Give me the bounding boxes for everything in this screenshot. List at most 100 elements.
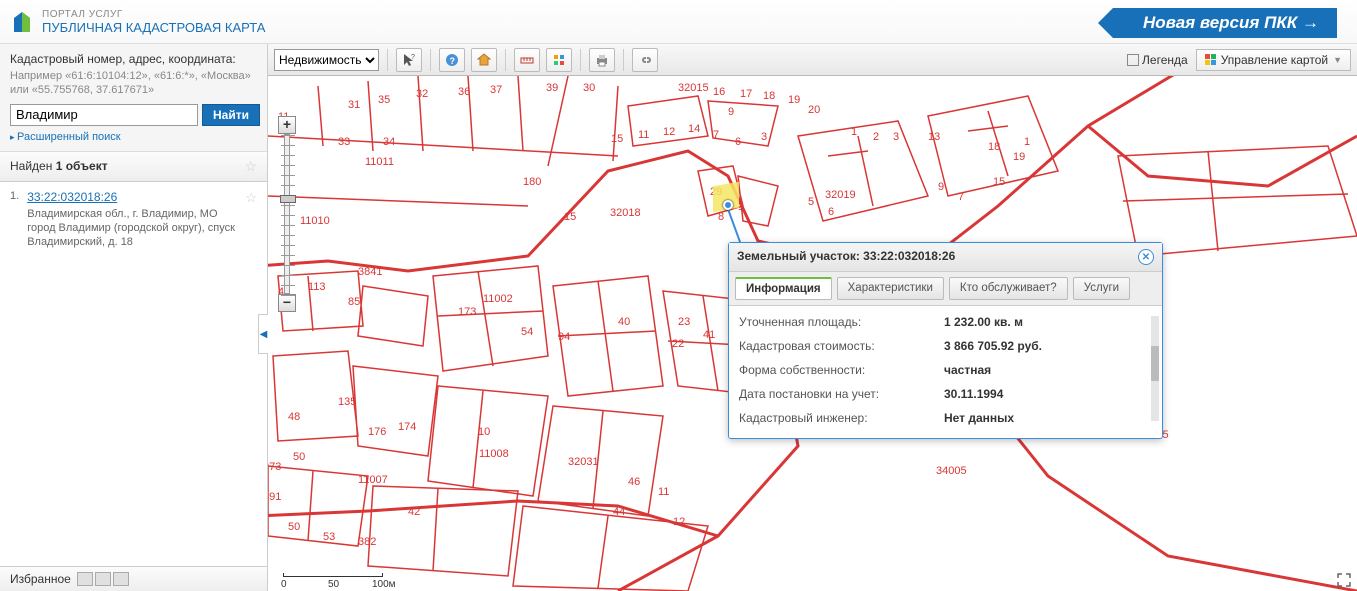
- star-icon[interactable]: ☆: [244, 158, 257, 175]
- info-popup: Земельный участок: 33:22:032018:26 ✕ Инф…: [728, 242, 1163, 439]
- logo: [10, 10, 34, 34]
- info-row: Кадастровая стоимость:3 866 705.92 руб.: [739, 334, 1152, 358]
- parcel-label: 33: [338, 136, 350, 148]
- info-row: Форма собственности:частная: [739, 358, 1152, 382]
- new-version-button[interactable]: Новая версия ПКК →: [1113, 8, 1337, 38]
- link-icon[interactable]: [632, 48, 658, 72]
- parcel-label: 291: [268, 491, 281, 503]
- result-id-link[interactable]: 33:22:032018:26: [27, 190, 237, 204]
- info-value: 30.11.1994: [944, 387, 1003, 401]
- parcel-label: 94: [558, 331, 570, 343]
- parcel-label: 2: [873, 131, 879, 143]
- parcel-label: 9: [728, 106, 734, 118]
- parcel-label: 18: [763, 90, 775, 102]
- parcel-label: 173: [458, 306, 476, 318]
- parcel-label: 36: [458, 86, 470, 98]
- parcel-label: 22: [672, 338, 684, 350]
- ruler-icon[interactable]: [514, 48, 540, 72]
- legend-toggle[interactable]: Легенда: [1127, 53, 1188, 67]
- advanced-search-link[interactable]: Расширенный поиск: [10, 131, 257, 143]
- parcel-label: 37: [490, 84, 502, 96]
- parcel-label: 15: [564, 211, 576, 223]
- parcel-label: 42: [408, 506, 420, 518]
- parcel-label: 39: [546, 82, 558, 94]
- favorite-star-icon[interactable]: ☆: [245, 190, 257, 250]
- zoom-slider-handle[interactable]: [280, 195, 296, 203]
- map-marker-icon: [723, 200, 733, 210]
- parcel-label: 53: [323, 531, 335, 543]
- expand-icon[interactable]: [1337, 573, 1351, 587]
- app-title[interactable]: ПУБЛИЧНАЯ КАДАСТРОВАЯ КАРТА: [42, 20, 265, 35]
- parcel-label: 176: [368, 426, 386, 438]
- found-label: Найден 1 объект: [10, 159, 108, 173]
- parcel-label: 32031: [568, 456, 599, 468]
- tab-characteristics[interactable]: Характеристики: [837, 277, 944, 300]
- scale-bar: 0 50 100м: [283, 573, 383, 579]
- parcel-label: 273: [268, 461, 281, 473]
- export-xls-icon[interactable]: [77, 572, 93, 586]
- parcel-label: 34: [383, 136, 395, 148]
- parcel-label: 54: [521, 326, 533, 338]
- info-row: Кадастровый инженер:Нет данных: [739, 406, 1152, 430]
- parcel-label: 15: [993, 176, 1005, 188]
- zoom-out-button[interactable]: −: [278, 294, 296, 312]
- parcel-label: 6: [828, 206, 834, 218]
- svg-text:?: ?: [411, 54, 415, 61]
- zoom-in-button[interactable]: +: [278, 116, 296, 134]
- parcel-label: 11: [658, 486, 669, 498]
- parcel-label: 34005: [936, 465, 967, 477]
- collapse-sidebar-icon[interactable]: ◀: [258, 314, 268, 354]
- parcel-label: 1: [1024, 136, 1030, 148]
- parcel-label: 1: [851, 126, 857, 138]
- parcel-label: 174: [398, 421, 416, 433]
- parcel-label: 31: [348, 99, 360, 111]
- svg-text:?: ?: [450, 56, 456, 66]
- portal-label: ПОРТАЛ УСЛУГ: [42, 9, 265, 20]
- grid-icon[interactable]: [546, 48, 572, 72]
- help-icon[interactable]: ?: [439, 48, 465, 72]
- map-canvas[interactable]: 3201511011110103201832019110023202011008…: [268, 76, 1357, 591]
- zoom-control: + −: [278, 116, 296, 312]
- tab-services-by[interactable]: Кто обслуживает?: [949, 277, 1068, 300]
- search-input[interactable]: [10, 104, 198, 126]
- parcel-label: 32: [416, 88, 428, 100]
- popup-scrollbar[interactable]: [1151, 316, 1159, 421]
- parcel-label: 3: [761, 131, 767, 143]
- tab-services[interactable]: Услуги: [1073, 277, 1130, 300]
- parcel-label: 9: [938, 181, 944, 193]
- parcel-label: 12: [673, 516, 685, 528]
- parcel-label: 32015: [678, 82, 709, 94]
- info-row: Уточненная площадь:1 232.00 кв. м: [739, 310, 1152, 334]
- result-num: 1.: [10, 190, 19, 250]
- parcel-label: 3841: [358, 266, 382, 278]
- parcel-label: 7: [713, 129, 719, 141]
- parcel-label: 17: [740, 88, 752, 100]
- parcel-label: 11002: [483, 293, 513, 305]
- tab-info[interactable]: Информация: [735, 277, 832, 300]
- info-row: Дата постановки на учет:30.11.1994: [739, 382, 1152, 406]
- info-value: частная: [944, 363, 991, 377]
- parcel-label: 15: [611, 133, 623, 145]
- delete-icon[interactable]: [113, 572, 129, 586]
- zoom-slider-track[interactable]: [284, 134, 290, 294]
- info-key: Кадастровый инженер:: [739, 411, 944, 425]
- parcel-label: 44: [613, 506, 625, 518]
- parcel-label: 135: [338, 396, 356, 408]
- parcel-label: 6: [735, 136, 741, 148]
- export-icon[interactable]: [95, 572, 111, 586]
- parcel-label: 50: [293, 451, 305, 463]
- parcel-label: 11011: [365, 156, 394, 168]
- parcel-label: 3: [893, 131, 899, 143]
- parcel-label: 18: [988, 141, 1000, 153]
- mode-select[interactable]: Недвижимость: [274, 49, 379, 71]
- search-button[interactable]: Найти: [202, 104, 260, 126]
- close-icon[interactable]: ✕: [1138, 249, 1154, 265]
- print-icon[interactable]: [589, 48, 615, 72]
- parcel-label: 23: [678, 316, 690, 328]
- map-control-button[interactable]: Управление картой▼: [1196, 49, 1351, 71]
- info-value: 1 232.00 кв. м: [944, 315, 1023, 329]
- pointer-help-icon[interactable]: ?: [396, 48, 422, 72]
- info-key: Форма собственности:: [739, 363, 944, 377]
- result-item[interactable]: 1. 33:22:032018:26 Владимирская обл., г.…: [10, 190, 257, 250]
- home-icon[interactable]: [471, 48, 497, 72]
